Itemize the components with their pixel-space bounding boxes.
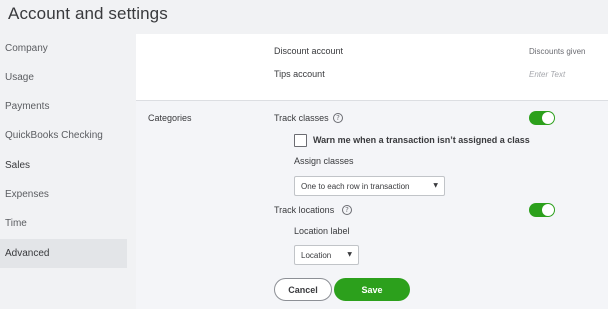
discount-account-label: Discount account: [274, 46, 344, 56]
toggle-knob: [542, 204, 554, 216]
categories-title: Categories: [148, 113, 192, 123]
track-classes-label: Track classes: [274, 113, 329, 123]
sidebar-item-quickbooks-checking[interactable]: QuickBooks Checking: [0, 121, 127, 150]
sidebar-item-payments[interactable]: Payments: [0, 92, 127, 121]
sidebar-item-usage[interactable]: Usage: [0, 63, 127, 92]
settings-panel: Discount account Discounts given Tips ac…: [136, 34, 608, 309]
sidebar-item-advanced[interactable]: Advanced: [0, 239, 127, 268]
categories-section: Categories Track classes ? Warn me when …: [136, 100, 608, 309]
page-title: Account and settings: [8, 4, 168, 23]
sidebar-item-expenses[interactable]: Expenses: [0, 180, 127, 209]
cancel-button[interactable]: Cancel: [274, 278, 332, 301]
location-label-label: Location label: [294, 226, 350, 236]
warn-unassigned-class-checkbox[interactable]: [294, 134, 307, 147]
header: Account and settings: [0, 0, 608, 34]
track-classes-info-icon[interactable]: ?: [333, 113, 343, 123]
assign-classes-select[interactable]: One to each row in transaction ▼: [294, 176, 445, 196]
discount-account-value[interactable]: Discounts given: [529, 47, 585, 56]
assign-classes-label: Assign classes: [294, 156, 354, 166]
assign-classes-selected: One to each row in transaction: [301, 181, 410, 191]
location-label-selected: Location: [301, 250, 332, 260]
sidebar-item-time[interactable]: Time: [0, 209, 127, 238]
sidebar-item-sales[interactable]: Sales: [0, 151, 127, 180]
track-locations-label: Track locations: [274, 205, 335, 215]
tips-account-field[interactable]: Enter Text: [529, 70, 565, 79]
track-locations-info-icon[interactable]: ?: [342, 205, 352, 215]
toggle-knob: [542, 112, 554, 124]
save-button[interactable]: Save: [334, 278, 410, 301]
warn-unassigned-class-label: Warn me when a transaction isn’t assigne…: [313, 135, 530, 145]
tips-account-label: Tips account: [274, 69, 325, 79]
track-locations-toggle[interactable]: [529, 203, 555, 217]
track-classes-toggle[interactable]: [529, 111, 555, 125]
location-label-select[interactable]: Location ▼: [294, 245, 359, 265]
caret-down-icon: ▼: [433, 182, 438, 189]
sidebar: Company Usage Payments QuickBooks Checki…: [0, 34, 127, 309]
caret-down-icon: ▼: [347, 251, 352, 258]
sidebar-item-company[interactable]: Company: [0, 34, 127, 63]
